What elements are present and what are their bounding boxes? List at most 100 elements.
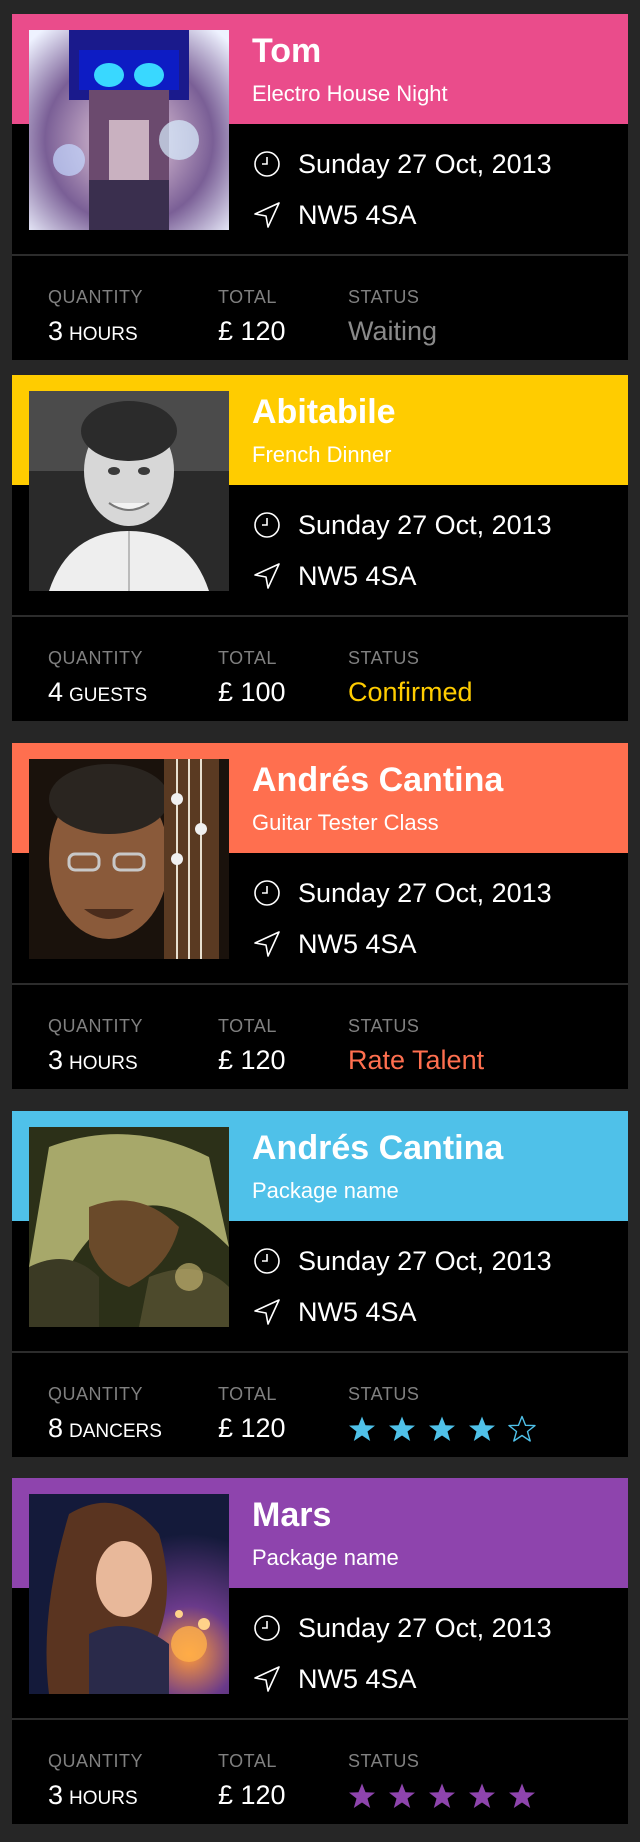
quantity-stat: QUANTITY 3 HOURS — [48, 1016, 143, 1076]
quantity-value: 8 — [48, 1413, 64, 1443]
location-row: NW5 4SA — [252, 1296, 417, 1328]
star-filled-icon[interactable] — [348, 1415, 388, 1445]
total-value: £ 120 — [218, 1413, 286, 1443]
quantity-stat: QUANTITY 8 DANCERS — [48, 1384, 162, 1444]
quantity-stat: QUANTITY 3 HOURS — [48, 1751, 143, 1811]
status-value: Waiting — [348, 316, 438, 346]
status-label: STATUS — [348, 648, 420, 668]
talent-photo[interactable] — [29, 759, 229, 959]
status-stat: STATUS — [348, 1751, 548, 1814]
booking-card-abitabile[interactable]: Abitabile French Dinner Sunday 27 Oct, 2… — [12, 375, 628, 721]
date-row: Sunday 27 Oct, 2013 — [252, 509, 552, 541]
location-row: NW5 4SA — [252, 1663, 417, 1695]
total-value: £ 120 — [218, 1045, 286, 1075]
date-row: Sunday 27 Oct, 2013 — [252, 148, 552, 180]
booking-date: Sunday 27 Oct, 2013 — [298, 877, 552, 908]
star-filled-icon[interactable] — [468, 1782, 508, 1812]
clock-icon — [252, 1246, 282, 1276]
quantity-label: QUANTITY — [48, 287, 144, 307]
talent-photo[interactable] — [29, 391, 229, 591]
card-divider — [12, 1351, 628, 1353]
date-row: Sunday 27 Oct, 2013 — [252, 1245, 552, 1277]
clock-icon — [252, 149, 282, 179]
talent-photo[interactable] — [29, 1494, 229, 1694]
status-stat: STATUS Confirmed — [348, 648, 473, 708]
total-label: TOTAL — [218, 1751, 277, 1771]
location-row: NW5 4SA — [252, 199, 417, 231]
talent-name[interactable]: Andrés Cantina — [252, 1129, 503, 1168]
location-row: NW5 4SA — [252, 928, 417, 960]
quantity-stat: QUANTITY 4 GUESTS — [48, 648, 147, 708]
talent-name[interactable]: Andrés Cantina — [252, 761, 503, 800]
date-row: Sunday 27 Oct, 2013 — [252, 1612, 552, 1644]
total-stat: TOTAL £ 120 — [218, 1016, 286, 1076]
star-filled-icon[interactable] — [428, 1415, 468, 1445]
clock-icon — [252, 1613, 282, 1643]
date-row: Sunday 27 Oct, 2013 — [252, 877, 552, 909]
booking-date: Sunday 27 Oct, 2013 — [298, 1612, 552, 1643]
talent-photo[interactable] — [29, 1127, 229, 1327]
booking-date: Sunday 27 Oct, 2013 — [298, 148, 552, 179]
status-value: Confirmed — [348, 677, 473, 707]
star-filled-icon[interactable] — [388, 1782, 428, 1812]
booking-date: Sunday 27 Oct, 2013 — [298, 509, 552, 540]
star-empty-icon[interactable] — [508, 1415, 548, 1445]
star-rating[interactable] — [348, 1780, 548, 1814]
total-value: £ 120 — [218, 316, 286, 346]
event-title: Package name — [252, 1545, 399, 1570]
rate-talent-link[interactable]: Rate Talent — [348, 1045, 484, 1076]
total-value: £ 100 — [218, 677, 286, 707]
booking-card-andres-cantina-package[interactable]: Andrés Cantina Package name Sunday 27 Oc… — [12, 1111, 628, 1457]
event-title: French Dinner — [252, 442, 392, 467]
status-label: STATUS — [348, 287, 420, 307]
card-divider — [12, 1718, 628, 1720]
card-divider — [12, 983, 628, 985]
talent-photo[interactable] — [29, 30, 229, 230]
card-divider — [12, 254, 628, 256]
total-stat: TOTAL £ 120 — [218, 1751, 286, 1811]
quantity-value: 3 — [48, 316, 64, 346]
event-title: Guitar Tester Class — [252, 810, 439, 835]
star-filled-icon[interactable] — [388, 1415, 428, 1445]
booking-date: Sunday 27 Oct, 2013 — [298, 1245, 552, 1276]
star-rating[interactable] — [348, 1413, 548, 1447]
quantity-value: 4 — [48, 677, 64, 707]
talent-name[interactable]: Tom — [252, 32, 321, 71]
clock-icon — [252, 878, 282, 908]
quantity-value: 3 — [48, 1045, 64, 1075]
total-label: TOTAL — [218, 648, 277, 668]
quantity-unit: GUESTS — [69, 685, 148, 706]
quantity-label: QUANTITY — [48, 1384, 144, 1404]
star-filled-icon[interactable] — [348, 1782, 388, 1812]
booking-location: NW5 4SA — [298, 1296, 417, 1327]
bookings-feed: Tom Electro House Night Sunday 27 Oct, 2… — [0, 0, 640, 1842]
talent-name[interactable]: Mars — [252, 1496, 331, 1535]
location-row: NW5 4SA — [252, 560, 417, 592]
star-filled-icon[interactable] — [508, 1782, 548, 1812]
location-arrow-icon — [252, 929, 282, 959]
booking-card-andres-cantina-guitar[interactable]: Andrés Cantina Guitar Tester Class Sunda… — [12, 743, 628, 1089]
quantity-unit: HOURS — [69, 324, 138, 345]
booking-card-tom[interactable]: Tom Electro House Night Sunday 27 Oct, 2… — [12, 14, 628, 360]
status-stat: STATUS Rate Talent — [348, 1016, 484, 1076]
location-arrow-icon — [252, 200, 282, 230]
status-stat: STATUS — [348, 1384, 548, 1447]
event-title: Electro House Night — [252, 81, 448, 106]
booking-location: NW5 4SA — [298, 560, 417, 591]
booking-location: NW5 4SA — [298, 928, 417, 959]
booking-location: NW5 4SA — [298, 199, 417, 230]
quantity-unit: DANCERS — [69, 1421, 162, 1442]
card-divider — [12, 615, 628, 617]
talent-name[interactable]: Abitabile — [252, 393, 396, 432]
quantity-label: QUANTITY — [48, 1016, 144, 1036]
location-arrow-icon — [252, 1664, 282, 1694]
total-label: TOTAL — [218, 287, 277, 307]
booking-card-mars[interactable]: Mars Package name Sunday 27 Oct, 2013 NW… — [12, 1478, 628, 1824]
event-title: Package name — [252, 1178, 399, 1203]
location-arrow-icon — [252, 1297, 282, 1327]
quantity-stat: QUANTITY 3 HOURS — [48, 287, 143, 347]
star-filled-icon[interactable] — [428, 1782, 468, 1812]
star-filled-icon[interactable] — [468, 1415, 508, 1445]
total-stat: TOTAL £ 120 — [218, 287, 286, 347]
status-label: STATUS — [348, 1016, 420, 1036]
